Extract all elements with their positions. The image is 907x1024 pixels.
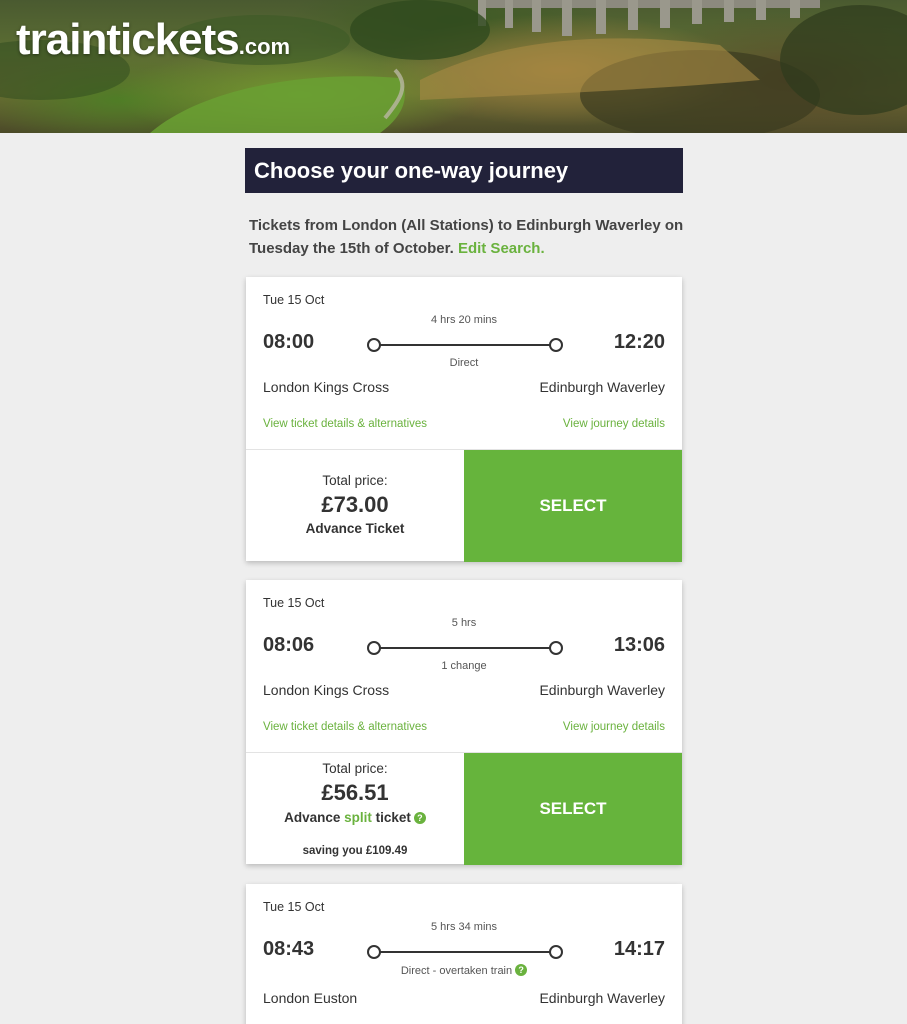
- view-journey-details-link[interactable]: View journey details: [563, 418, 665, 430]
- total-price-value: £73.00: [321, 492, 389, 517]
- total-price-label: Total price:: [322, 473, 388, 488]
- question-circle-icon[interactable]: ?: [515, 964, 528, 976]
- select-button[interactable]: SELECT: [464, 450, 682, 562]
- route-bar: [375, 647, 555, 649]
- view-ticket-details-link[interactable]: View ticket details & alternatives: [263, 418, 427, 430]
- journey-date: Tue 15 Oct: [263, 900, 325, 914]
- search-summary: Tickets from London (All Stations) to Ed…: [249, 214, 689, 260]
- view-journey-details-link[interactable]: View journey details: [563, 721, 665, 733]
- page-title: Choose your one-way journey: [245, 148, 683, 193]
- origin-station: London Kings Cross: [263, 379, 390, 395]
- destination-station: Edinburgh Waverley: [539, 379, 665, 395]
- journey-duration: 4 hrs 20 mins: [430, 314, 498, 326]
- destination-station: Edinburgh Waverley: [539, 990, 665, 1006]
- arrival-time: 12:20: [613, 331, 665, 353]
- ticket-type-suffix: ticket: [371, 810, 411, 825]
- destination-dot-icon: [549, 641, 563, 655]
- journey-card: Tue 15 Oct 5 hrs 34 mins 08:43 14:17 Dir…: [246, 884, 682, 1024]
- departure-time: 08:00: [263, 331, 315, 353]
- destination-dot-icon: [549, 338, 563, 352]
- logo-main-text: traintickets: [16, 15, 240, 64]
- route-line: [367, 640, 563, 656]
- split-highlight: split: [344, 810, 372, 825]
- route-bar: [375, 344, 555, 346]
- arrival-time: 14:17: [613, 938, 665, 960]
- journey-date: Tue 15 Oct: [263, 293, 325, 307]
- ticket-type: Advance split ticket?: [246, 810, 464, 825]
- header-banner: traintickets.com: [0, 0, 907, 133]
- journey-date: Tue 15 Oct: [263, 596, 325, 610]
- journey-changes: Direct: [449, 357, 479, 369]
- journey-changes: Direct - overtaken train?: [246, 964, 682, 977]
- logo-tld-text: .com: [238, 34, 291, 59]
- route-bar: [375, 951, 555, 953]
- route-line: [367, 944, 563, 960]
- total-price-label: Total price:: [322, 761, 388, 776]
- ticket-type: Advance Ticket: [305, 521, 405, 536]
- departure-time: 08:43: [263, 938, 315, 960]
- journey-duration: 5 hrs 34 mins: [430, 921, 498, 933]
- journey-duration: 5 hrs: [451, 617, 477, 629]
- destination-station: Edinburgh Waverley: [539, 682, 665, 698]
- journey-card: Tue 15 Oct 5 hrs 08:06 13:06 1 change Lo…: [246, 580, 682, 865]
- ticket-type-prefix: Advance: [284, 810, 345, 825]
- saving-amount: saving you £109.49: [302, 845, 408, 857]
- origin-station: London Euston: [263, 990, 358, 1006]
- arrival-time: 13:06: [613, 634, 665, 656]
- origin-dot-icon: [367, 945, 381, 959]
- total-price-value: £56.51: [321, 780, 389, 805]
- view-ticket-details-link[interactable]: View ticket details & alternatives: [263, 721, 427, 733]
- price-section: Total price: £73.00 Advance Ticket SELEC…: [246, 449, 682, 562]
- destination-dot-icon: [549, 945, 563, 959]
- route-line: [367, 337, 563, 353]
- origin-dot-icon: [367, 338, 381, 352]
- origin-station: London Kings Cross: [263, 682, 390, 698]
- question-circle-icon[interactable]: ?: [413, 812, 426, 824]
- price-section: Total price: £56.51 Advance split ticket…: [246, 752, 682, 865]
- journey-card: Tue 15 Oct 4 hrs 20 mins 08:00 12:20 Dir…: [246, 277, 682, 562]
- origin-dot-icon: [367, 641, 381, 655]
- price-box: Total price: £56.51 Advance split ticket…: [246, 753, 464, 865]
- journey-changes: 1 change: [441, 660, 487, 672]
- journey-changes-text: Direct - overtaken train: [400, 965, 513, 977]
- departure-time: 08:06: [263, 634, 315, 656]
- site-logo[interactable]: traintickets.com: [16, 18, 290, 62]
- price-box: Total price: £73.00 Advance Ticket: [246, 450, 464, 562]
- edit-search-link[interactable]: Edit Search.: [458, 240, 545, 257]
- select-button[interactable]: SELECT: [464, 753, 682, 865]
